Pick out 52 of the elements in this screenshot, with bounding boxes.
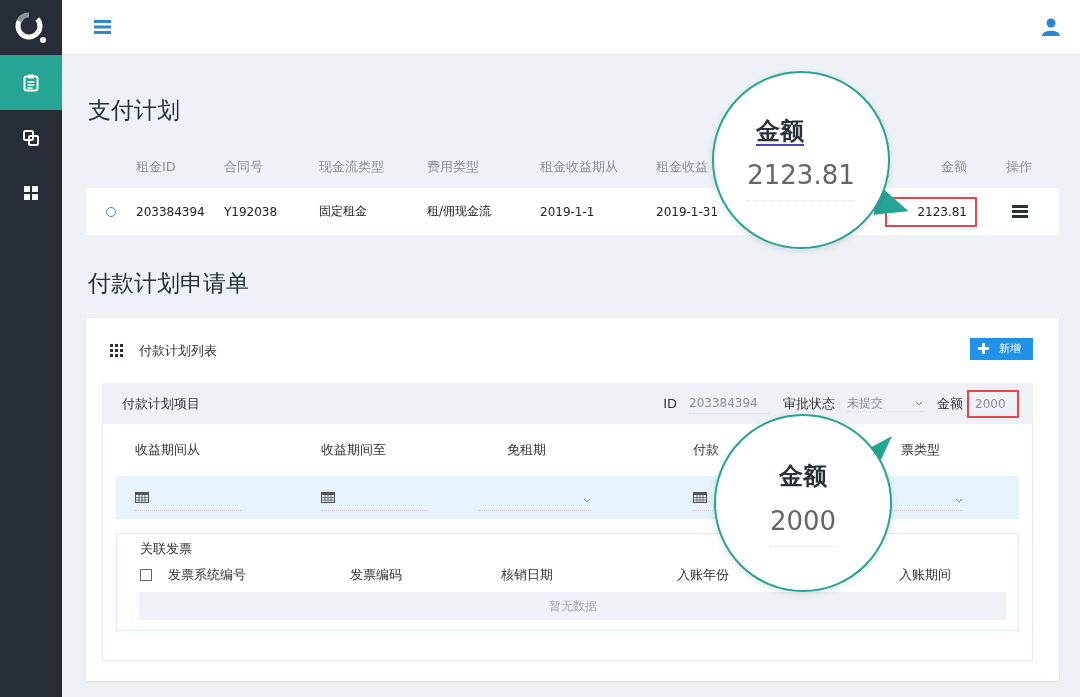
- checkbox[interactable]: [140, 569, 152, 581]
- table-cell-text: Y192038: [224, 204, 279, 219]
- calendar-icon[interactable]: [321, 491, 335, 503]
- callout-label: 金额: [779, 460, 827, 492]
- panel-title: 关联发票: [140, 540, 193, 558]
- column-header: 租金收益期从: [540, 157, 619, 176]
- chevron-down-icon: [915, 400, 923, 406]
- field-label: 金额: [937, 394, 963, 413]
- callout-label: 金额: [756, 118, 804, 147]
- column-header: 租金ID: [136, 157, 177, 176]
- table-cell-text: 2019-1-1: [540, 204, 596, 219]
- field-label: 票类型: [900, 441, 941, 459]
- column-header: 核销日期: [501, 566, 554, 584]
- calendar-icon[interactable]: [135, 491, 149, 503]
- callout-value: 2000: [769, 505, 837, 547]
- id-field[interactable]: 203384394: [689, 393, 769, 414]
- user-icon[interactable]: [1042, 18, 1060, 36]
- card-title: 付款计划列表: [139, 341, 218, 360]
- add-button[interactable]: 新增: [970, 337, 1033, 360]
- column-header: 操作: [1005, 157, 1033, 176]
- calendar-icon[interactable]: [693, 491, 707, 503]
- field-label: 收益期间至: [321, 441, 387, 459]
- amount-field[interactable]: 2000: [967, 389, 1019, 418]
- section-title: 付款计划申请单: [88, 269, 250, 298]
- chevron-down-icon[interactable]: [583, 497, 591, 503]
- callout-value: 2123.81: [747, 160, 855, 202]
- table-cell-text: 固定租金: [319, 203, 368, 220]
- column-header: 入账年份: [677, 566, 730, 584]
- grid-icon: [110, 344, 123, 357]
- field-label: ID: [663, 396, 677, 411]
- column-header: 费用类型: [427, 157, 480, 176]
- table-cell-text: 租/佣现金流: [427, 203, 493, 220]
- clipboard-icon[interactable]: [0, 55, 62, 110]
- radio-button[interactable]: [106, 206, 116, 217]
- column-header: 合同号: [224, 157, 264, 176]
- plus-icon: [978, 343, 989, 354]
- item-title: 付款计划项目: [122, 394, 201, 413]
- field-label: 收益期间从: [135, 441, 201, 459]
- menu-icon[interactable]: [1012, 205, 1028, 218]
- status-select[interactable]: 未提交: [847, 395, 923, 412]
- column-header: 发票编码: [350, 566, 403, 584]
- field-label: 审批状态: [783, 394, 835, 413]
- field-label: 免租期: [507, 441, 547, 459]
- empty-message: 暂无数据: [139, 592, 1006, 620]
- field-label: 付款: [693, 441, 720, 459]
- column-header: 发票系统编号: [168, 566, 247, 584]
- table-cell-text: 2019-1-31: [656, 204, 720, 219]
- column-header: 现金流类型: [319, 157, 385, 176]
- table-cell-text: 203384394: [136, 204, 206, 219]
- column-header: 入账期间: [899, 566, 951, 584]
- chevron-down-icon[interactable]: [955, 497, 963, 503]
- section-title: 支付计划: [88, 96, 181, 125]
